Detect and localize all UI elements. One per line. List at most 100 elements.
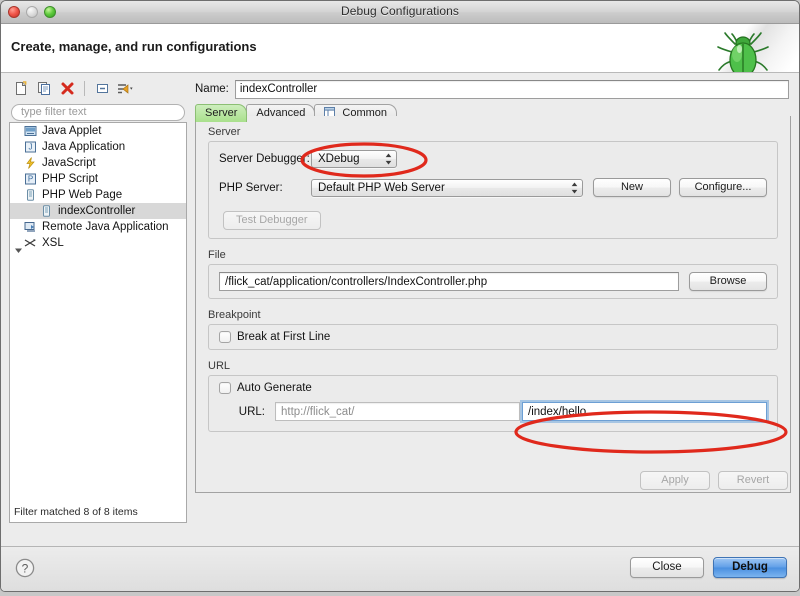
break-at-first-line-label: Break at First Line (237, 331, 331, 343)
close-button[interactable]: Close (630, 557, 704, 578)
url-base-input[interactable] (275, 402, 520, 421)
tab-label: Server (205, 107, 238, 119)
tree-item-label: PHP Script (42, 173, 99, 185)
window-titlebar: Debug Configurations (1, 1, 799, 24)
tree-item-label: Java Applet (42, 125, 102, 137)
collapse-all-icon[interactable] (92, 79, 112, 98)
server-debugger-dropdown[interactable]: XDebug (311, 150, 397, 168)
breakpoint-group-box: Break at First Line (208, 324, 778, 350)
file-group: File Browse (208, 249, 778, 299)
breakpoint-group: Breakpoint Break at First Line (208, 309, 778, 350)
tree-item-label: Remote Java Application (42, 221, 169, 233)
url-row: URL: (219, 402, 767, 421)
banner-title: Create, manage, and run configurations (11, 39, 257, 54)
server-debugger-label: Server Debugger: (219, 153, 310, 165)
php-web-page-config-icon (40, 204, 54, 218)
test-debugger-button[interactable]: Test Debugger (223, 211, 321, 230)
file-group-box: Browse (208, 264, 778, 299)
filter-field-wrapper (9, 100, 187, 125)
server-debugger-value: XDebug (318, 153, 360, 165)
configurations-sidebar: Java Applet J Java Application (9, 76, 187, 523)
tree-item-java-applet[interactable]: Java Applet (10, 123, 186, 139)
toolbar-separator (84, 80, 85, 96)
configurations-tree[interactable]: Java Applet J Java Application JavaScrip… (9, 122, 187, 523)
tree-item-php-script[interactable]: P PHP Script (10, 171, 186, 187)
tree-item-remote-java-application[interactable]: Remote Java Application (10, 219, 186, 235)
tree-item-label: PHP Web Page (42, 189, 123, 201)
delete-launch-configuration-icon[interactable] (57, 79, 77, 98)
footer-buttons: Close Debug (630, 557, 787, 578)
url-group: URL Auto Generate URL: (208, 360, 778, 432)
php-server-label: PHP Server: (219, 181, 283, 194)
file-path-row: Browse (219, 272, 767, 291)
server-group: Server Server Debugger: XDebug PHP Serve… (208, 126, 778, 239)
svg-text:P: P (28, 174, 33, 183)
window-title: Debug Configurations (340, 4, 460, 18)
url-group-title: URL (208, 360, 231, 372)
javascript-icon (24, 156, 38, 170)
configure-php-server-button[interactable]: Configure... (679, 178, 767, 197)
server-group-box: Server Debugger: XDebug PHP Server: Defa… (208, 141, 778, 239)
dialog-banner: Create, manage, and run configurations (1, 24, 799, 73)
tree-item-label: XSL (42, 237, 64, 249)
tree-item-java-application[interactable]: J Java Application (10, 139, 186, 155)
configuration-name-input[interactable] (234, 79, 789, 99)
url-group-box: Auto Generate URL: (208, 375, 778, 432)
file-group-title: File (208, 249, 226, 261)
url-label: URL: (238, 405, 265, 418)
server-tab-panel: Server Server Debugger: XDebug PHP Serve… (195, 116, 791, 493)
filter-input[interactable] (11, 103, 185, 121)
tree-item-label: JavaScript (42, 157, 96, 169)
common-tab-icon (324, 106, 336, 117)
browse-file-button[interactable]: Browse (689, 272, 767, 291)
auto-generate-row[interactable]: Auto Generate (219, 382, 767, 394)
configuration-editor: Name: Server Advanced (193, 76, 791, 523)
server-group-title: Server (208, 126, 241, 138)
sidebar-toolbar (9, 76, 187, 100)
java-applet-icon (24, 125, 38, 138)
tree-item-javascript[interactable]: JavaScript (10, 155, 186, 171)
php-server-dropdown[interactable]: Default PHP Web Server (311, 178, 583, 197)
break-at-first-line-checkbox[interactable] (219, 331, 231, 343)
server-debugger-row: Server Debugger: XDebug (219, 150, 767, 168)
stepper-arrows-icon (385, 153, 392, 165)
url-path-input[interactable] (522, 402, 767, 421)
tree-item-indexcontroller[interactable]: indexController (10, 203, 186, 219)
debug-configurations-window: Debug Configurations Create, manage, and… (0, 0, 800, 592)
help-icon[interactable]: ? (15, 558, 35, 578)
php-script-icon: P (24, 173, 38, 186)
stepper-arrows-icon (571, 182, 578, 193)
green-bug-icon (717, 32, 769, 72)
debug-button[interactable]: Debug (713, 557, 787, 578)
svg-text:?: ? (22, 561, 29, 575)
php-server-value: Default PHP Web Server (318, 181, 445, 194)
dialog-content: Java Applet J Java Application (1, 72, 799, 591)
apply-button[interactable]: Apply (640, 471, 710, 490)
break-at-first-line-row[interactable]: Break at First Line (219, 331, 767, 343)
tree-item-label: Java Application (42, 141, 126, 153)
xsl-icon (24, 237, 38, 250)
tree-item-label: indexController (58, 205, 136, 217)
auto-generate-checkbox[interactable] (219, 382, 231, 394)
file-path-input[interactable] (219, 272, 679, 291)
breakpoint-group-title: Breakpoint (208, 309, 261, 321)
configuration-name-row: Name: (195, 78, 789, 100)
duplicate-launch-configuration-icon[interactable] (34, 79, 54, 98)
revert-button[interactable]: Revert (718, 471, 788, 490)
tab-server[interactable]: Server (195, 104, 248, 122)
new-php-server-button[interactable]: New (593, 178, 671, 197)
apply-revert-row: Apply Revert (640, 471, 788, 490)
filter-status-label: Filter matched 8 of 8 items (14, 506, 138, 518)
remote-java-application-icon (24, 221, 38, 234)
php-server-row: PHP Server: Default PHP Web Server New C… (219, 178, 767, 197)
filter-launch-configurations-icon[interactable] (115, 79, 135, 98)
svg-text:J: J (29, 142, 33, 151)
name-label: Name: (195, 83, 229, 95)
tree-item-xsl[interactable]: XSL (10, 235, 186, 251)
auto-generate-label: Auto Generate (237, 382, 312, 394)
screenshot-root: Debug Configurations Create, manage, and… (0, 0, 800, 596)
tree-expander-expanded-icon[interactable] (14, 246, 23, 255)
new-launch-configuration-icon[interactable] (11, 79, 31, 98)
tree-item-php-web-page[interactable]: PHP Web Page (10, 187, 186, 253)
php-web-page-icon (24, 188, 38, 202)
